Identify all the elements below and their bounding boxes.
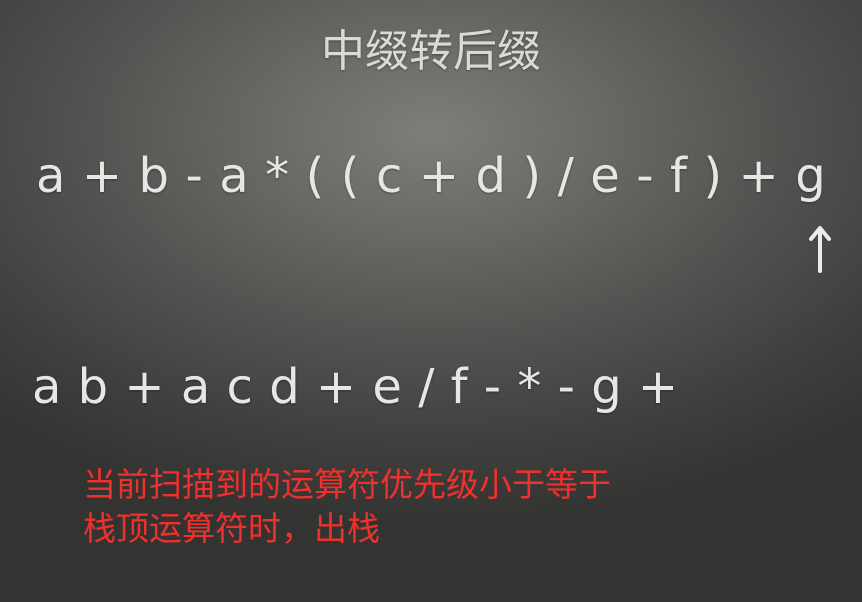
annotation-line-1: 当前扫描到的运算符优先级小于等于 bbox=[83, 465, 611, 504]
infix-expression: a + b - a * ( ( c + d ) / e - f ) + g bbox=[36, 148, 827, 204]
up-arrow-icon bbox=[809, 226, 831, 273]
annotation-line-2: 栈顶运算符时，出栈 bbox=[83, 509, 380, 548]
slide-title: 中缀转后缀 bbox=[321, 26, 541, 77]
slide: 中缀转后缀 a + b - a * ( ( c + d ) / e - f ) … bbox=[0, 0, 862, 602]
annotation-note: 当前扫描到的运算符优先级小于等于 栈顶运算符时，出栈 bbox=[83, 463, 611, 551]
postfix-expression: a b + a c d + e / f - * - g + bbox=[32, 359, 679, 415]
